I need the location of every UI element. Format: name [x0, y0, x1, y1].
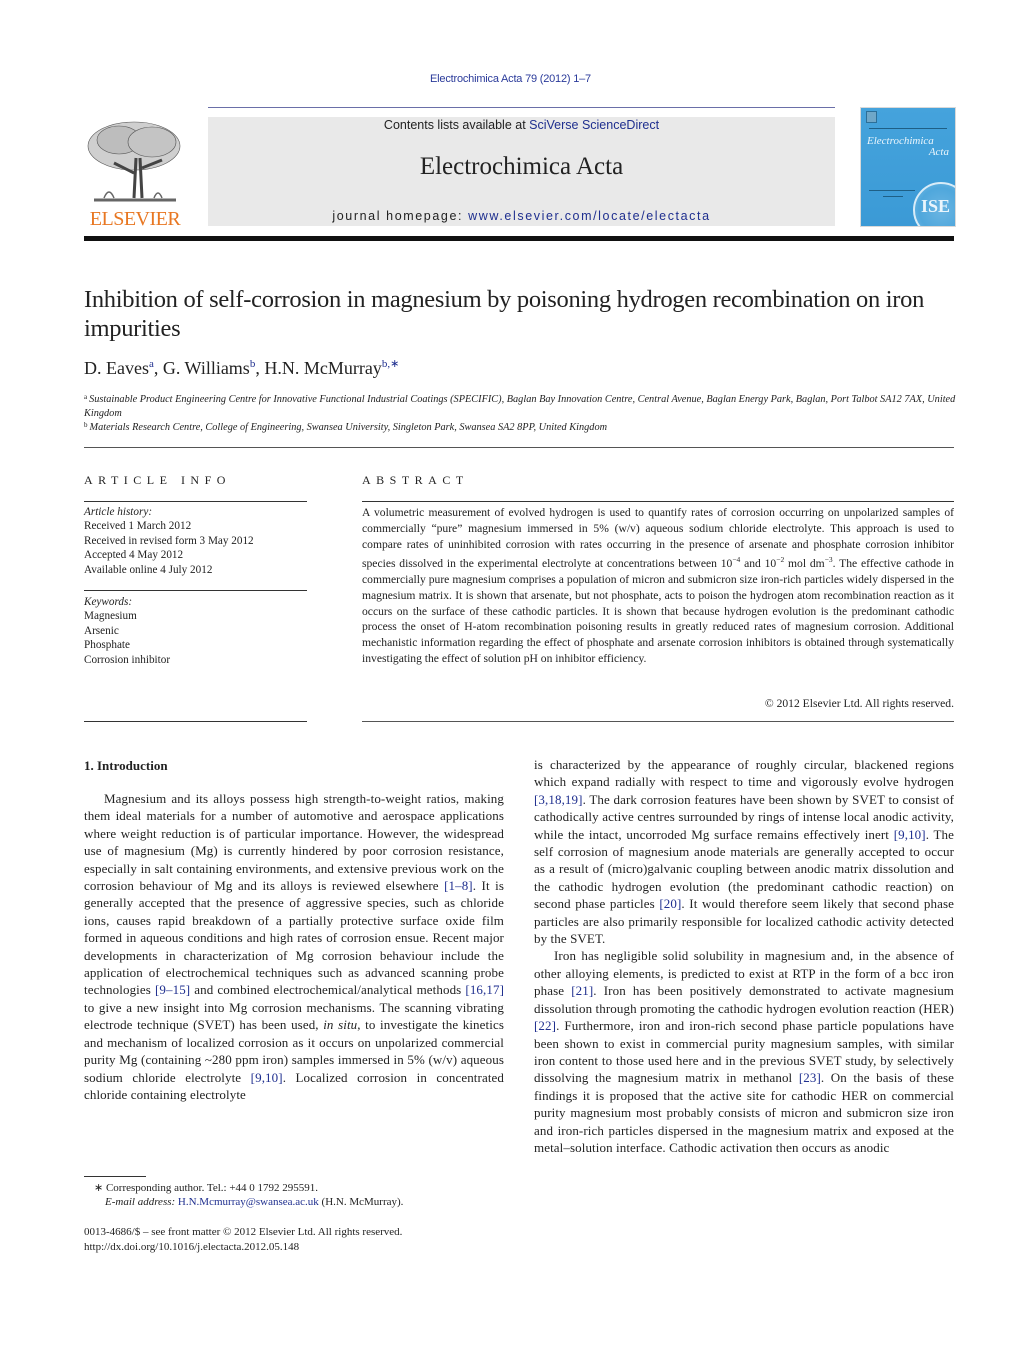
affiliation-text: Materials Research Centre, College of En… [89, 422, 608, 433]
article-info-heading: ARTICLE INFO [84, 473, 231, 487]
elsevier-wordmark: ELSEVIER [89, 208, 181, 230]
article-info-divider [84, 501, 307, 502]
cover-elsevier-emblem-icon [866, 111, 877, 123]
cover-title-line1: Electrochimica [867, 135, 934, 147]
section-divider [84, 447, 954, 448]
cover-divider [869, 128, 947, 129]
header-divider [208, 107, 835, 108]
history-item: Received 1 March 2012 [84, 520, 192, 533]
history-item: Accepted 4 May 2012 [84, 549, 184, 562]
body-text: . The dark corrosion features have been … [534, 791, 954, 842]
cover-divider [869, 190, 915, 191]
email-link[interactable]: H.N.Mcmurray@swansea.ac.uk [178, 1196, 319, 1208]
affiliation-link[interactable]: b,∗ [382, 358, 399, 370]
doi-link[interactable]: http://dx.doi.org/10.1016/j.electacta.20… [84, 1240, 504, 1254]
paragraph: Magnesium and its alloys possess high st… [84, 790, 504, 1103]
affiliation-text: Sustainable Product Engineering Centre f… [84, 394, 956, 419]
footnote-divider [84, 1176, 146, 1177]
citation-link[interactable]: [21] [571, 983, 593, 998]
front-matter-note: 0013-4686/$ – see front matter © 2012 El… [84, 1226, 403, 1238]
email-suffix: (H.N. McMurray). [318, 1196, 404, 1208]
article-info-divider [84, 590, 307, 591]
paragraph: Iron has negligible solid solubility in … [534, 947, 954, 1156]
citation-link[interactable]: [9–15] [155, 982, 190, 997]
article-info-divider [84, 721, 307, 722]
abstract-body: A volumetric measurement of evolved hydr… [362, 505, 954, 667]
abstract-text: . The effective cathode in commercially … [362, 557, 954, 666]
keyword-item: Arsenic [84, 624, 119, 637]
header-thick-divider [84, 236, 954, 241]
body-text: and combined electrochemical/analytical … [190, 982, 466, 998]
citation-link[interactable]: [16,17] [465, 982, 504, 997]
journal-homepage: journal homepage: www.elsevier.com/locat… [208, 209, 835, 223]
abstract-divider [362, 501, 954, 502]
citation-link[interactable]: [9,10] [251, 1070, 283, 1085]
paragraph: is characterized by the appearance of ro… [534, 756, 954, 947]
abstract-text: mol dm [784, 557, 825, 571]
article-title: Inhibition of self-corrosion in magnesiu… [84, 286, 925, 342]
journal-reference-link[interactable]: Electrochimica Acta 79 (2012) 1–7 [0, 73, 1021, 85]
ise-seal-text: ISE [921, 196, 951, 216]
author-name: G. Williams [162, 358, 250, 378]
keywords-label: Keywords: [84, 596, 133, 608]
journal-cover-image: Electrochimica Acta ISE [860, 107, 956, 227]
affiliation-link[interactable]: b [250, 358, 256, 370]
author-name: H.N. McMurray [264, 358, 382, 378]
keyword-item: Magnesium [84, 610, 137, 623]
abstract-divider [362, 721, 954, 722]
citation-link[interactable]: [22] [534, 1018, 556, 1033]
homepage-link[interactable]: www.elsevier.com/locate/electacta [468, 209, 710, 223]
affiliation-mark: a [84, 393, 88, 401]
ise-seal-icon: ISE [913, 182, 955, 226]
body-column-left: Magnesium and its alloys possess high st… [84, 790, 504, 1103]
history-item: Received in revised form 3 May 2012 [84, 534, 254, 547]
keyword-item: Corrosion inhibitor [84, 653, 171, 666]
body-text: Magnesium and its alloys possess high st… [84, 791, 504, 894]
email-label: E-mail address: [105, 1196, 178, 1208]
affiliation-a: a Sustainable Product Engineering Centre … [84, 390, 956, 421]
affiliation-b: b Materials Research Centre, College of E… [84, 418, 956, 435]
abstract-heading: ABSTRACT [362, 473, 469, 487]
exponent: −3 [824, 555, 833, 565]
history-label: Article history: [84, 506, 153, 518]
body-text: . Iron has been positively demonstrated … [534, 983, 954, 1016]
citation-link[interactable]: [23] [799, 1070, 821, 1085]
affiliation-mark: b [84, 421, 88, 429]
affiliation-link[interactable]: a [149, 358, 154, 370]
body-text: is characterized by the appearance of ro… [534, 757, 954, 790]
abstract-text: and 10 [740, 557, 777, 571]
citation-link[interactable]: [3,18,19] [534, 792, 583, 807]
body-column-right: is characterized by the appearance of ro… [534, 756, 954, 1156]
body-text: . It is generally accepted that the pres… [84, 878, 504, 998]
keywords: Keywords: Magnesium Arsenic Phosphate Co… [84, 595, 314, 667]
cover-divider [883, 196, 903, 197]
cover-title-line2: Acta [928, 146, 949, 158]
abstract-copyright: © 2012 Elsevier Ltd. All rights reserved… [764, 697, 954, 710]
introduction-heading: 1. Introduction [84, 758, 168, 773]
author-list: D. Eavesa, G. Williamsb, H.N. McMurrayb,… [84, 358, 400, 378]
elsevier-tree-icon [87, 121, 181, 202]
contents-availability: Contents lists available at SciVerse Sci… [208, 118, 835, 132]
citation-link[interactable]: [1–8] [444, 878, 473, 893]
citation-link[interactable]: [9,10] [894, 827, 926, 842]
keyword-item: Phosphate [84, 639, 130, 652]
homepage-prefix: journal homepage: [332, 209, 469, 223]
citation-link[interactable]: [20] [659, 896, 681, 911]
contents-prefix: Contents lists available at [383, 118, 530, 132]
italic-term: in situ [323, 1017, 358, 1033]
history-item: Available online 4 July 2012 [84, 563, 213, 576]
corresponding-author-note: ∗ Corresponding author. Tel.: +44 0 1792… [94, 1182, 319, 1194]
article-history: Article history: Received 1 March 2012 R… [84, 505, 314, 577]
email-note: E-mail address: H.N.Mcmurray@swansea.ac.… [84, 1195, 525, 1209]
sciencedirect-link[interactable]: SciVerse ScienceDirect [529, 118, 659, 132]
author-name: D. Eaves [84, 358, 149, 378]
journal-title: Electrochimica Acta [419, 153, 624, 180]
